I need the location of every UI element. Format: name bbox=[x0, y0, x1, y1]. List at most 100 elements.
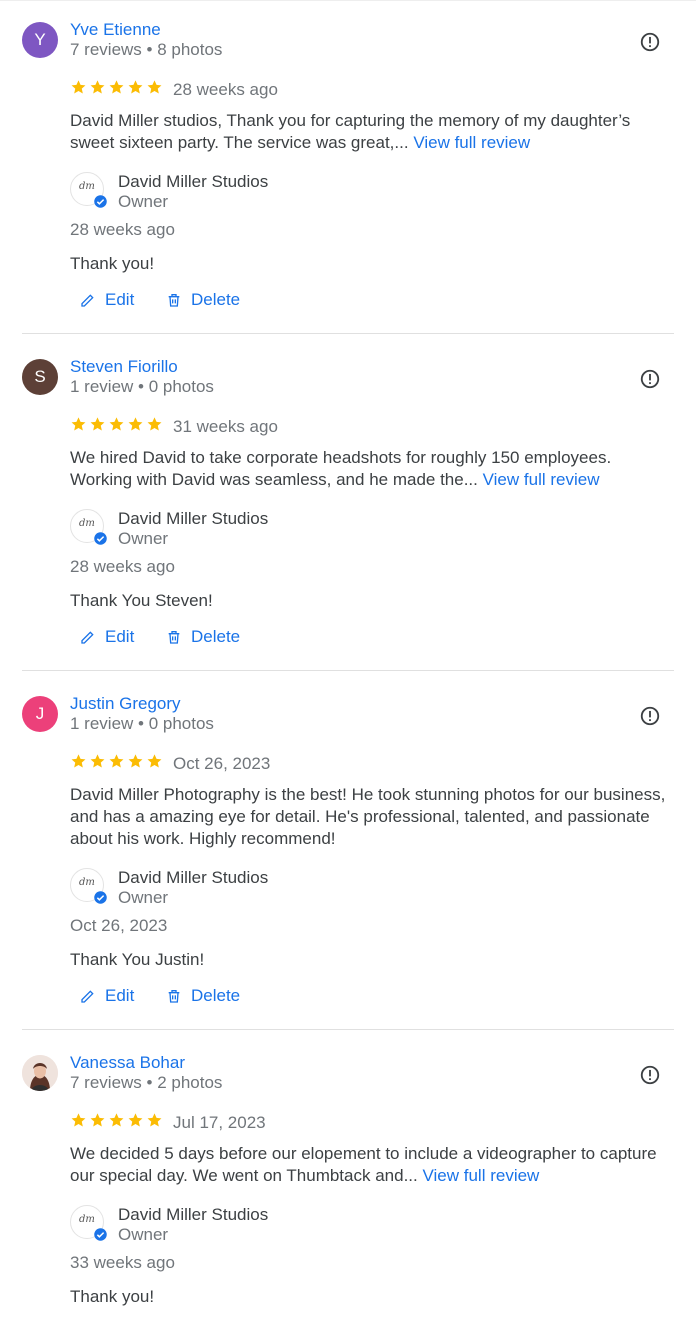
trash-icon bbox=[168, 990, 180, 1003]
reviewer-name[interactable]: Steven Fiorillo bbox=[70, 357, 178, 377]
edit-label: Edit bbox=[105, 986, 135, 1005]
delete-label: Delete bbox=[191, 290, 241, 309]
reviewer-meta: 7 reviews • 2 photos bbox=[70, 1073, 223, 1092]
star-icon bbox=[71, 417, 86, 431]
edit-label: Edit bbox=[105, 627, 135, 646]
report-icon[interactable] bbox=[639, 1064, 661, 1086]
review-text: David Miller studios, Thank you for capt… bbox=[70, 110, 670, 154]
reviewer-meta: 7 reviews • 8 photos bbox=[70, 40, 223, 59]
star-icon bbox=[147, 80, 162, 94]
owner-logo-monogram: dm bbox=[79, 877, 95, 888]
edit-reply-button[interactable]: Edit bbox=[80, 290, 134, 310]
reply-date: 33 weeks ago bbox=[70, 1253, 175, 1272]
review-date: Jul 17, 2023 bbox=[173, 1113, 266, 1132]
top-border bbox=[0, 0, 696, 1]
delete-reply-button[interactable]: Delete bbox=[166, 627, 240, 647]
reply-date: 28 weeks ago bbox=[70, 220, 175, 239]
reviewer-avatar[interactable]: J bbox=[22, 696, 58, 732]
star-rating bbox=[70, 753, 163, 771]
edit-reply-button[interactable]: Edit bbox=[80, 986, 134, 1006]
reviewer-name[interactable]: Vanessa Bohar bbox=[70, 1053, 185, 1073]
star-rating bbox=[70, 79, 163, 97]
reply-text: Thank you! bbox=[70, 254, 155, 273]
star-icon bbox=[128, 754, 143, 768]
star-icon bbox=[90, 80, 105, 94]
reply-date: 28 weeks ago bbox=[70, 557, 175, 576]
star-icon bbox=[90, 754, 105, 768]
review-text: We decided 5 days before our elopement t… bbox=[70, 1143, 670, 1187]
view-full-review-link[interactable]: View full review bbox=[422, 1166, 539, 1185]
owner-logo-monogram: dm bbox=[79, 1214, 95, 1225]
star-icon bbox=[109, 417, 124, 431]
trash-icon bbox=[168, 294, 180, 307]
star-rating bbox=[70, 416, 163, 434]
view-full-review-link[interactable]: View full review bbox=[413, 133, 530, 152]
star-icon bbox=[147, 417, 162, 431]
star-icon bbox=[109, 80, 124, 94]
report-icon[interactable] bbox=[639, 368, 661, 390]
divider bbox=[22, 333, 674, 334]
reviewer-photo-icon bbox=[22, 1055, 58, 1091]
review-text: We hired David to take corporate headsho… bbox=[70, 447, 670, 491]
reviewer-avatar[interactable] bbox=[22, 1055, 58, 1091]
reply-text: Thank You Justin! bbox=[70, 950, 205, 969]
edit-label: Edit bbox=[105, 290, 135, 309]
verified-badge-icon bbox=[94, 532, 107, 545]
star-icon bbox=[109, 754, 124, 768]
reviewer-avatar[interactable]: S bbox=[22, 359, 58, 395]
owner-logo-monogram: dm bbox=[79, 518, 95, 529]
edit-reply-button[interactable]: Edit bbox=[80, 627, 134, 647]
owner-name: David Miller Studios bbox=[118, 172, 269, 191]
trash-icon bbox=[168, 631, 180, 644]
verified-badge-icon bbox=[94, 1228, 107, 1241]
reviewer-name[interactable]: Yve Etienne bbox=[70, 20, 161, 40]
owner-logo: dm bbox=[70, 172, 107, 208]
owner-name: David Miller Studios bbox=[118, 1205, 269, 1224]
pencil-icon bbox=[81, 294, 94, 307]
owner-logo: dm bbox=[70, 1205, 107, 1241]
star-icon bbox=[90, 417, 105, 431]
owner-name: David Miller Studios bbox=[118, 509, 269, 528]
owner-logo: dm bbox=[70, 868, 107, 904]
owner-logo-monogram: dm bbox=[79, 181, 95, 192]
owner-logo: dm bbox=[70, 509, 107, 545]
reply-date: Oct 26, 2023 bbox=[70, 916, 168, 935]
delete-label: Delete bbox=[191, 627, 241, 646]
report-icon[interactable] bbox=[639, 31, 661, 53]
owner-name: David Miller Studios bbox=[118, 868, 269, 887]
star-icon bbox=[71, 80, 86, 94]
review-body: David Miller studios, Thank you for capt… bbox=[70, 111, 631, 152]
reply-text: Thank you! bbox=[70, 1287, 155, 1306]
star-icon bbox=[147, 1113, 162, 1127]
pencil-icon bbox=[81, 990, 94, 1003]
review-date: 31 weeks ago bbox=[173, 417, 278, 436]
reviewer-avatar[interactable]: Y bbox=[22, 22, 58, 58]
verified-badge-icon bbox=[94, 891, 107, 904]
review-text: David Miller Photography is the best! He… bbox=[70, 784, 670, 850]
review-date: Oct 26, 2023 bbox=[173, 754, 271, 773]
star-icon bbox=[128, 1113, 143, 1127]
pencil-icon bbox=[81, 631, 94, 644]
star-icon bbox=[71, 1113, 86, 1127]
star-icon bbox=[128, 80, 143, 94]
owner-role: Owner bbox=[118, 529, 169, 548]
star-icon bbox=[128, 417, 143, 431]
star-icon bbox=[147, 754, 162, 768]
view-full-review-link[interactable]: View full review bbox=[483, 470, 600, 489]
owner-role: Owner bbox=[118, 192, 169, 211]
delete-reply-button[interactable]: Delete bbox=[166, 290, 240, 310]
reviewer-name[interactable]: Justin Gregory bbox=[70, 694, 181, 714]
divider bbox=[22, 670, 674, 671]
reviewer-meta: 1 review • 0 photos bbox=[70, 714, 214, 733]
delete-reply-button[interactable]: Delete bbox=[166, 986, 240, 1006]
star-rating bbox=[70, 1112, 163, 1130]
star-icon bbox=[109, 1113, 124, 1127]
report-icon[interactable] bbox=[639, 705, 661, 727]
reviewer-meta: 1 review • 0 photos bbox=[70, 377, 214, 396]
owner-role: Owner bbox=[118, 1225, 169, 1244]
review-body: We decided 5 days before our elopement t… bbox=[70, 1144, 657, 1185]
review-date: 28 weeks ago bbox=[173, 80, 278, 99]
divider bbox=[22, 1029, 674, 1030]
reply-text: Thank You Steven! bbox=[70, 591, 213, 610]
star-icon bbox=[71, 754, 86, 768]
